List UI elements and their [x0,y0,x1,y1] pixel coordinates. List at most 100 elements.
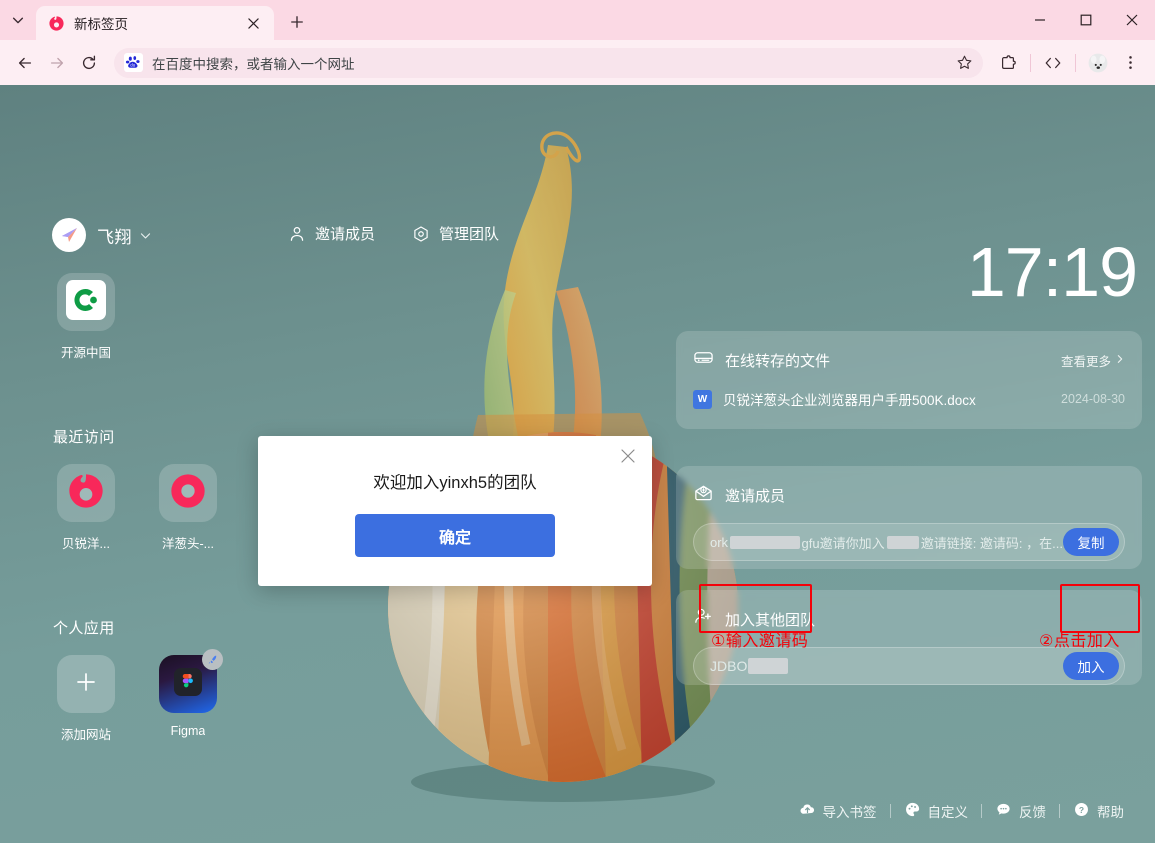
help-label: 帮助 [1097,801,1124,821]
manage-team-action[interactable]: 管理团队 [412,223,499,244]
feedback-button[interactable]: 反馈 [982,801,1059,821]
extensions-icon[interactable] [993,48,1023,78]
cloud-upload-icon [799,801,816,821]
palette-icon [904,801,921,821]
app-label: 添加网站 [61,724,111,743]
join-button[interactable]: 加入 [1063,652,1119,680]
card-header: 邀请成员 [693,482,1125,508]
toolbar-divider [1030,54,1031,72]
pinned-apps-grid: 开源中国 [46,273,126,361]
oschina-icon [66,280,106,325]
address-bar[interactable]: du 在百度中搜索，或者输入一个网址 [114,48,983,78]
tab-new-tab-page[interactable]: 新标签页 [36,6,274,40]
dialog-close-icon[interactable] [616,444,640,468]
app-label: 洋葱头-... [162,533,214,552]
import-bookmarks-label: 导入书签 [823,801,877,821]
tab-strip: 新标签页 [0,0,1155,40]
manage-team-label: 管理团队 [439,223,499,244]
app-label: 开源中国 [61,342,111,361]
invite-member-icon [693,482,714,508]
app-tile-oschina[interactable]: 开源中国 [46,273,126,361]
view-more-link[interactable]: 查看更多 [1061,351,1125,370]
customize-button[interactable]: 自定义 [891,801,982,821]
drive-icon [693,347,714,373]
file-date: 2024-08-30 [1051,392,1125,406]
invite-code-inputbar[interactable]: JDBO 加入 [693,647,1125,685]
invite-members-action[interactable]: 邀请成员 [288,223,375,244]
card-invite-members: 邀请成员 ork gfu邀请你加入 邀请链接: 邀请码: ，在... 复制 [676,466,1142,569]
personal-apps-grid: 添加网站 [46,655,228,743]
window-minimize-button[interactable] [1017,0,1063,40]
invite-members-label: 邀请成员 [315,223,375,244]
welcome-dialog: 欢迎加入yinxh5的团队 确定 [258,436,652,586]
section-title-personal: 个人应用 [53,617,115,638]
question-circle-icon: ? [1073,801,1090,821]
app-tile-onionhead[interactable]: 洋葱头-... [148,464,228,552]
tab-title: 新标签页 [74,13,233,33]
toolbar-divider [1075,54,1076,72]
window-close-button[interactable] [1109,0,1155,40]
app-tile-figma[interactable]: Figma [148,655,228,743]
clock: 17:19 [967,237,1137,307]
annotation-label-step2: ②点击加入 [1039,627,1120,651]
invite-text-mid: gfu邀请你加入 [802,533,885,552]
dialog-confirm-button[interactable]: 确定 [355,514,555,557]
word-doc-icon: W [693,390,712,409]
tab-close-icon[interactable] [242,12,264,34]
app-icon-wrapper [159,655,217,713]
annotation-label-step1: ①输入邀请码 [711,627,808,651]
app-label: 贝锐洋... [62,533,110,552]
invite-link-field[interactable]: ork gfu邀请你加入 邀请链接: 邀请码: ，在... 复制 [693,523,1125,561]
customize-label: 自定义 [928,801,969,821]
card-title: 邀请成员 [725,485,785,506]
view-more-label: 查看更多 [1061,351,1111,370]
target-settings-icon [412,225,430,243]
app-icon-wrapper [57,464,115,522]
app-icon-wrapper [57,273,115,331]
app-icon-wrapper [159,464,217,522]
invite-text-prefix: ork [710,535,728,550]
help-button[interactable]: ? 帮助 [1060,801,1137,821]
redacted-block [748,658,788,674]
more-menu-icon[interactable] [1115,48,1145,78]
rocket-icon [202,649,223,670]
app-icon-wrapper [57,655,115,713]
reload-icon[interactable] [74,48,104,78]
profile-avatar-icon[interactable] [1083,48,1113,78]
onion-browser-icon [168,471,208,516]
app-label: Figma [171,724,206,738]
chevron-down-icon[interactable] [139,229,152,242]
forward-arrow-icon [42,48,72,78]
new-tab-page: 飞翔 邀请成员 管理团队 17:19 [0,85,1155,843]
new-tab-button[interactable] [282,7,312,37]
window-maximize-button[interactable] [1063,0,1109,40]
redacted-block [887,536,919,549]
section-title-recent: 最近访问 [53,426,115,447]
onion-browser-icon [66,471,106,516]
star-icon[interactable] [951,50,977,76]
app-tile-beirui[interactable]: 贝锐洋... [46,464,126,552]
copy-button[interactable]: 复制 [1063,528,1119,556]
redacted-block [730,536,799,549]
invite-text-suffix: 邀请链接: 邀请码: ，在... [921,533,1063,552]
browser-window: 新标签页 [0,0,1155,843]
app-tile-add-site[interactable]: 添加网站 [46,655,126,743]
back-arrow-icon[interactable] [10,48,40,78]
tab-search-caret-icon[interactable] [0,0,36,40]
paper-plane-avatar-icon [52,218,86,252]
team-name: 飞翔 [97,223,132,248]
file-name: 贝锐洋葱头企业浏览器用户手册500K.docx [723,389,976,409]
chat-bubble-icon [995,801,1012,821]
devtools-code-icon[interactable] [1038,48,1068,78]
file-row[interactable]: W 贝锐洋葱头企业浏览器用户手册500K.docx 2024-08-30 [693,389,1125,409]
browser-toolbar: du 在百度中搜索，或者输入一个网址 [0,40,1155,85]
invite-code-input[interactable]: JDBO [710,658,1063,674]
card-online-files: 在线转存的文件 查看更多 W 贝锐洋葱头企业浏览器用户手册500K.docx 2… [676,331,1142,429]
person-icon [288,225,306,243]
import-bookmarks-button[interactable]: 导入书签 [786,801,890,821]
invite-code-value: JDBO [710,658,747,674]
dialog-message: 欢迎加入yinxh5的团队 [258,436,652,493]
svg-text:?: ? [1079,805,1084,815]
team-switcher[interactable]: 飞翔 [52,215,152,255]
baidu-paw-icon: du [124,53,143,72]
